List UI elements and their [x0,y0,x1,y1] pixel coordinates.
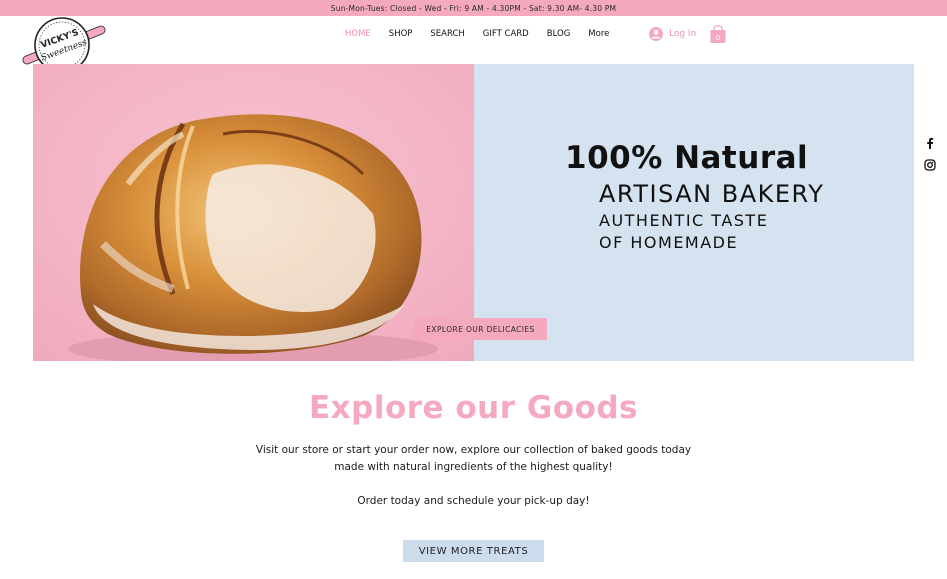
facebook-icon[interactable] [924,137,936,149]
nav-blog[interactable]: BLOG [538,27,580,41]
section-body-line2: made with natural ingredients of the hig… [334,461,613,473]
section-body-line1: Visit our store or start your order now,… [255,444,692,456]
social-bar [924,137,936,181]
hero-tagline-line1: AUTHENTIC TASTE [599,211,769,230]
nav-home[interactable]: HOME [336,27,380,41]
nav-gift-card[interactable]: GIFT CARD [474,27,538,41]
cart-count: 0 [716,34,720,42]
bread-image [33,64,474,361]
login-button[interactable]: Log In [649,27,696,41]
business-hours-text: Sun-Mon-Tues: Closed - Wed - Fri: 9 AM -… [330,3,617,13]
view-more-treats-button[interactable]: VIEW MORE TREATS [403,540,544,562]
nav-shop[interactable]: SHOP [380,27,422,41]
main-nav: HOME SHOP SEARCH GIFT CARD BLOG More [336,27,618,41]
nav-search[interactable]: SEARCH [421,27,473,41]
login-label: Log In [669,29,697,39]
shopping-bag-icon[interactable]: 0 [709,24,727,44]
hero-section [33,64,914,361]
hero-headline: 100% Natural [565,140,809,176]
user-avatar-icon [649,27,663,41]
instagram-icon[interactable] [924,159,936,171]
section-body: Visit our store or start your order now,… [0,442,947,510]
nav-more[interactable]: More [579,27,618,41]
section-body-spacer [0,476,947,493]
hero-subheadline: ARTISAN BAKERY [599,180,825,208]
section-body-line3: Order today and schedule your pick-up da… [357,495,590,507]
section-title: Explore our Goods [308,390,639,426]
explore-delicacies-button[interactable]: EXPLORE OUR DELICACIES [414,318,547,340]
site-header: VICKY'S Sweetness HOME SHOP SEARCH GIFT … [0,16,947,73]
announcement-bar: Sun-Mon-Tues: Closed - Wed - Fri: 9 AM -… [0,0,947,16]
hero-tagline-line2: OF HOMEMADE [599,233,739,252]
hero-tagline: AUTHENTIC TASTE OF HOMEMADE [599,210,768,254]
